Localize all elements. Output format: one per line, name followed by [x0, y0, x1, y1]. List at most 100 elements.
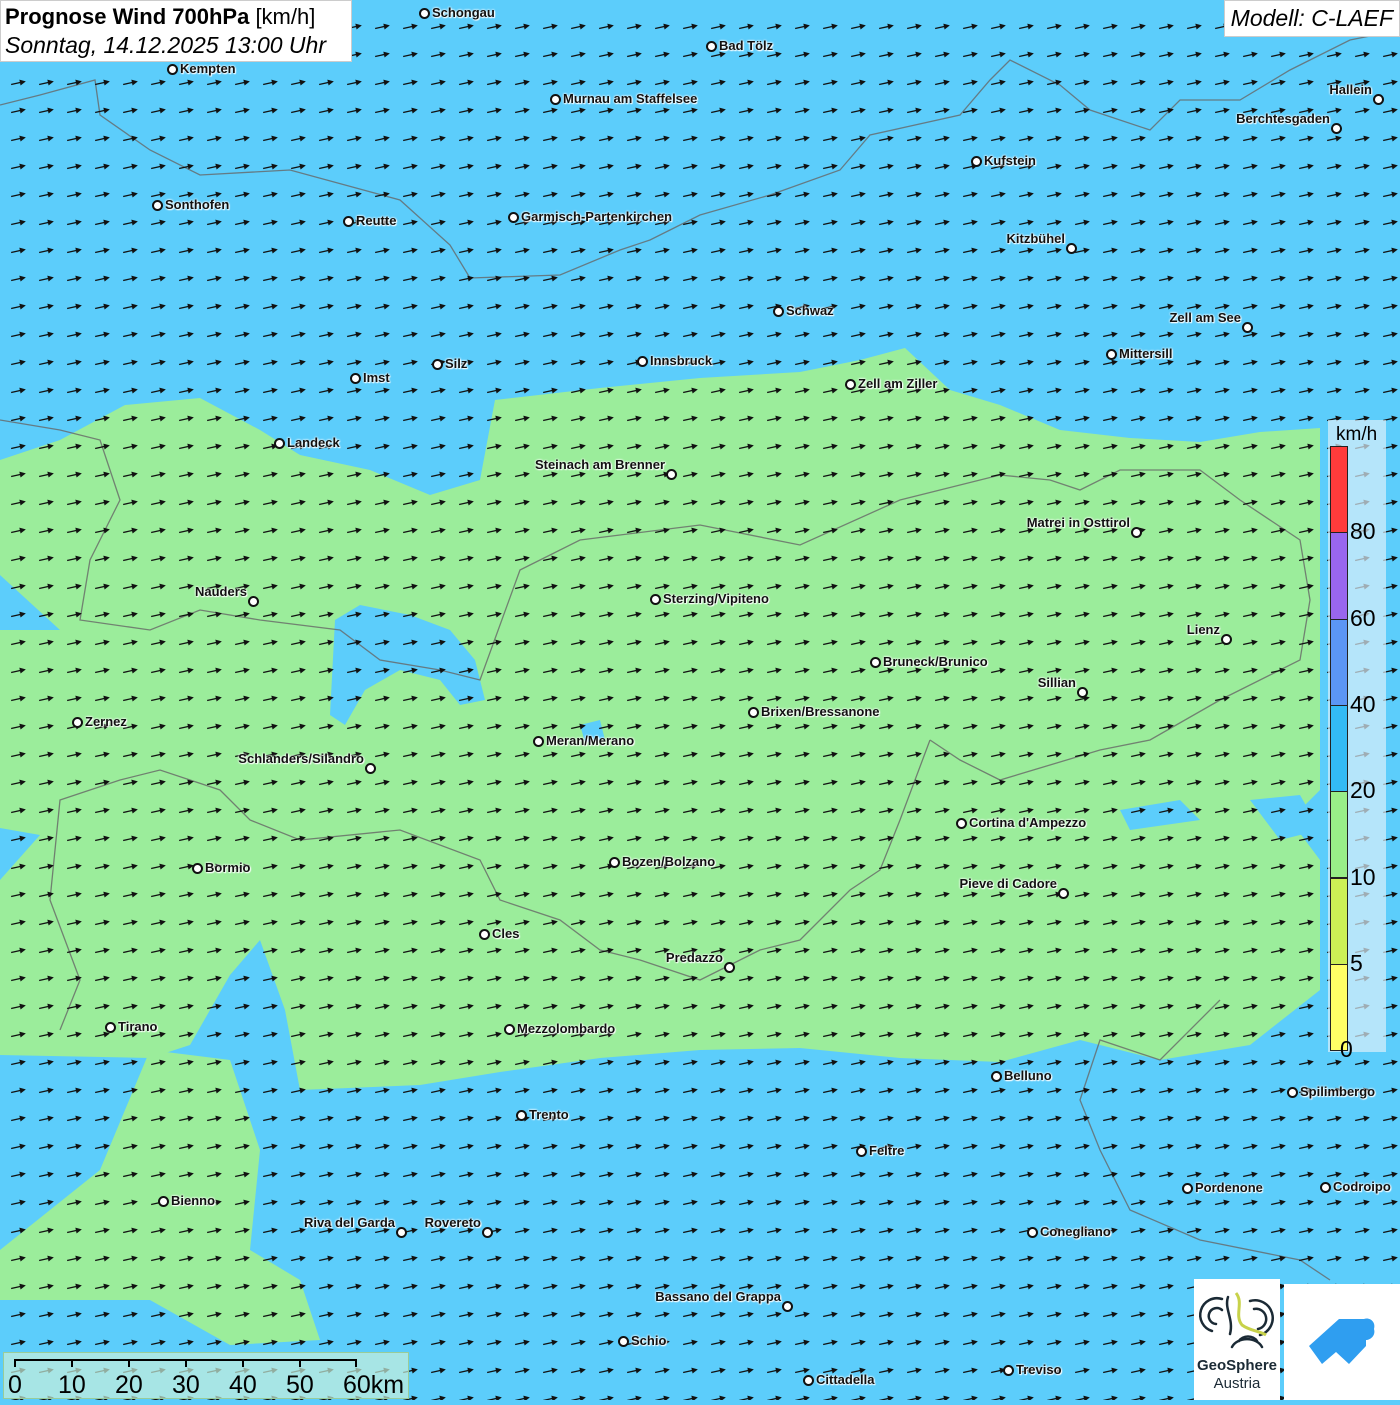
wind-arrow: [767, 1170, 783, 1179]
wind-arrow: [1131, 1366, 1147, 1375]
wind-arrow: [627, 22, 643, 31]
wind-arrow: [1019, 330, 1035, 339]
wind-arrow: [1047, 414, 1063, 423]
wind-arrow: [627, 1226, 643, 1235]
wind-arrow: [851, 1282, 867, 1291]
wind-arrow: [347, 1170, 363, 1179]
city-marker: [1320, 1182, 1331, 1193]
wind-arrow: [963, 274, 979, 283]
wind-arrow: [879, 218, 895, 227]
wind-arrow: [1243, 1058, 1259, 1067]
city-label: Berchtesgaden: [1236, 111, 1330, 126]
wind-arrow: [907, 162, 923, 171]
wind-arrow: [1131, 1310, 1147, 1319]
wind-arrow: [1131, 1254, 1147, 1263]
wind-arrow: [1299, 50, 1315, 59]
app-logo[interactable]: [1284, 1284, 1400, 1400]
wind-arrow: [599, 1226, 615, 1235]
wind-arrow: [655, 1142, 671, 1151]
wind-arrow: [235, 358, 251, 367]
wind-arrow: [683, 190, 699, 199]
city-label: Landeck: [287, 435, 340, 450]
wind-arrow: [1047, 274, 1063, 283]
wind-arrow: [1019, 1338, 1035, 1347]
wind-arrow: [1355, 218, 1371, 227]
legend-label: 10: [1350, 864, 1376, 891]
wind-arrow: [767, 1198, 783, 1207]
wind-arrow: [459, 218, 475, 227]
wind-arrow: [1355, 1226, 1371, 1235]
city-marker: [479, 929, 490, 940]
wind-arrow: [1103, 190, 1119, 199]
wind-arrow: [907, 1310, 923, 1319]
wind-arrow: [599, 1366, 615, 1375]
wind-arrow: [291, 386, 307, 395]
city-label: Rovereto: [425, 1215, 481, 1230]
wind-arrow: [319, 1170, 335, 1179]
wind-arrow: [1327, 1254, 1343, 1263]
wind-arrow: [1075, 302, 1091, 311]
wind-arrow: [1075, 1142, 1091, 1151]
wind-arrow: [1187, 22, 1203, 31]
wind-arrow: [795, 218, 811, 227]
wind-arrow: [207, 1030, 223, 1039]
wind-arrow: [515, 1282, 531, 1291]
city-marker: [1003, 1365, 1014, 1376]
city-label: Bormio: [205, 860, 251, 875]
wind-arrow: [1131, 302, 1147, 311]
wind-arrow: [1103, 1142, 1119, 1151]
wind-arrow: [487, 1338, 503, 1347]
city-marker: [516, 1110, 527, 1121]
wind-arrow: [851, 1086, 867, 1095]
city-marker: [1331, 123, 1342, 134]
wind-arrow: [1019, 22, 1035, 31]
wind-arrow: [1243, 218, 1259, 227]
wind-arrow: [1103, 1282, 1119, 1291]
wind-arrow: [39, 162, 55, 171]
wind-arrow: [67, 358, 83, 367]
city-marker: [803, 1375, 814, 1386]
wind-arrow: [123, 78, 139, 87]
wind-arrow: [1355, 50, 1371, 59]
wind-arrow: [1215, 50, 1231, 59]
wind-arrow: [571, 106, 587, 115]
city-label: Belluno: [1004, 1068, 1052, 1083]
wind-arrow: [543, 302, 559, 311]
wind-arrow: [403, 1170, 419, 1179]
wind-arrow: [263, 302, 279, 311]
wind-arrow: [403, 134, 419, 143]
wind-arrow: [767, 1226, 783, 1235]
wind-arrow: [1159, 22, 1175, 31]
city-label: Silz: [445, 356, 467, 371]
wind-arrow: [543, 246, 559, 255]
wind-arrow: [319, 386, 335, 395]
wind-arrow: [487, 274, 503, 283]
wind-arrow: [151, 302, 167, 311]
wind-arrow: [1215, 1254, 1231, 1263]
wind-arrow: [319, 330, 335, 339]
wind-arrow: [291, 1170, 307, 1179]
wind-arrow: [1243, 1086, 1259, 1095]
city-marker: [419, 8, 430, 19]
city-marker: [365, 763, 376, 774]
wind-arrow: [571, 190, 587, 199]
wind-arrow: [599, 78, 615, 87]
wind-arrow: [207, 330, 223, 339]
wind-arrow: [627, 1198, 643, 1207]
wind-arrow: [739, 1170, 755, 1179]
wind-arrow: [823, 330, 839, 339]
geosphere-austria-logo[interactable]: GeoSphere Austria: [1194, 1279, 1280, 1400]
wind-arrow: [431, 246, 447, 255]
wind-arrow: [347, 274, 363, 283]
wind-arrow: [1075, 50, 1091, 59]
wind-arrow: [1355, 1142, 1371, 1151]
wind-arrow: [1187, 1170, 1203, 1179]
wind-arrow: [459, 190, 475, 199]
wind-arrow: [291, 134, 307, 143]
wind-arrow: [1355, 1254, 1371, 1263]
wind-arrow: [1215, 218, 1231, 227]
wind-arrow: [1159, 78, 1175, 87]
wind-arrow: [571, 330, 587, 339]
wind-arrow: [1383, 1058, 1399, 1067]
wind-arrow: [571, 1282, 587, 1291]
